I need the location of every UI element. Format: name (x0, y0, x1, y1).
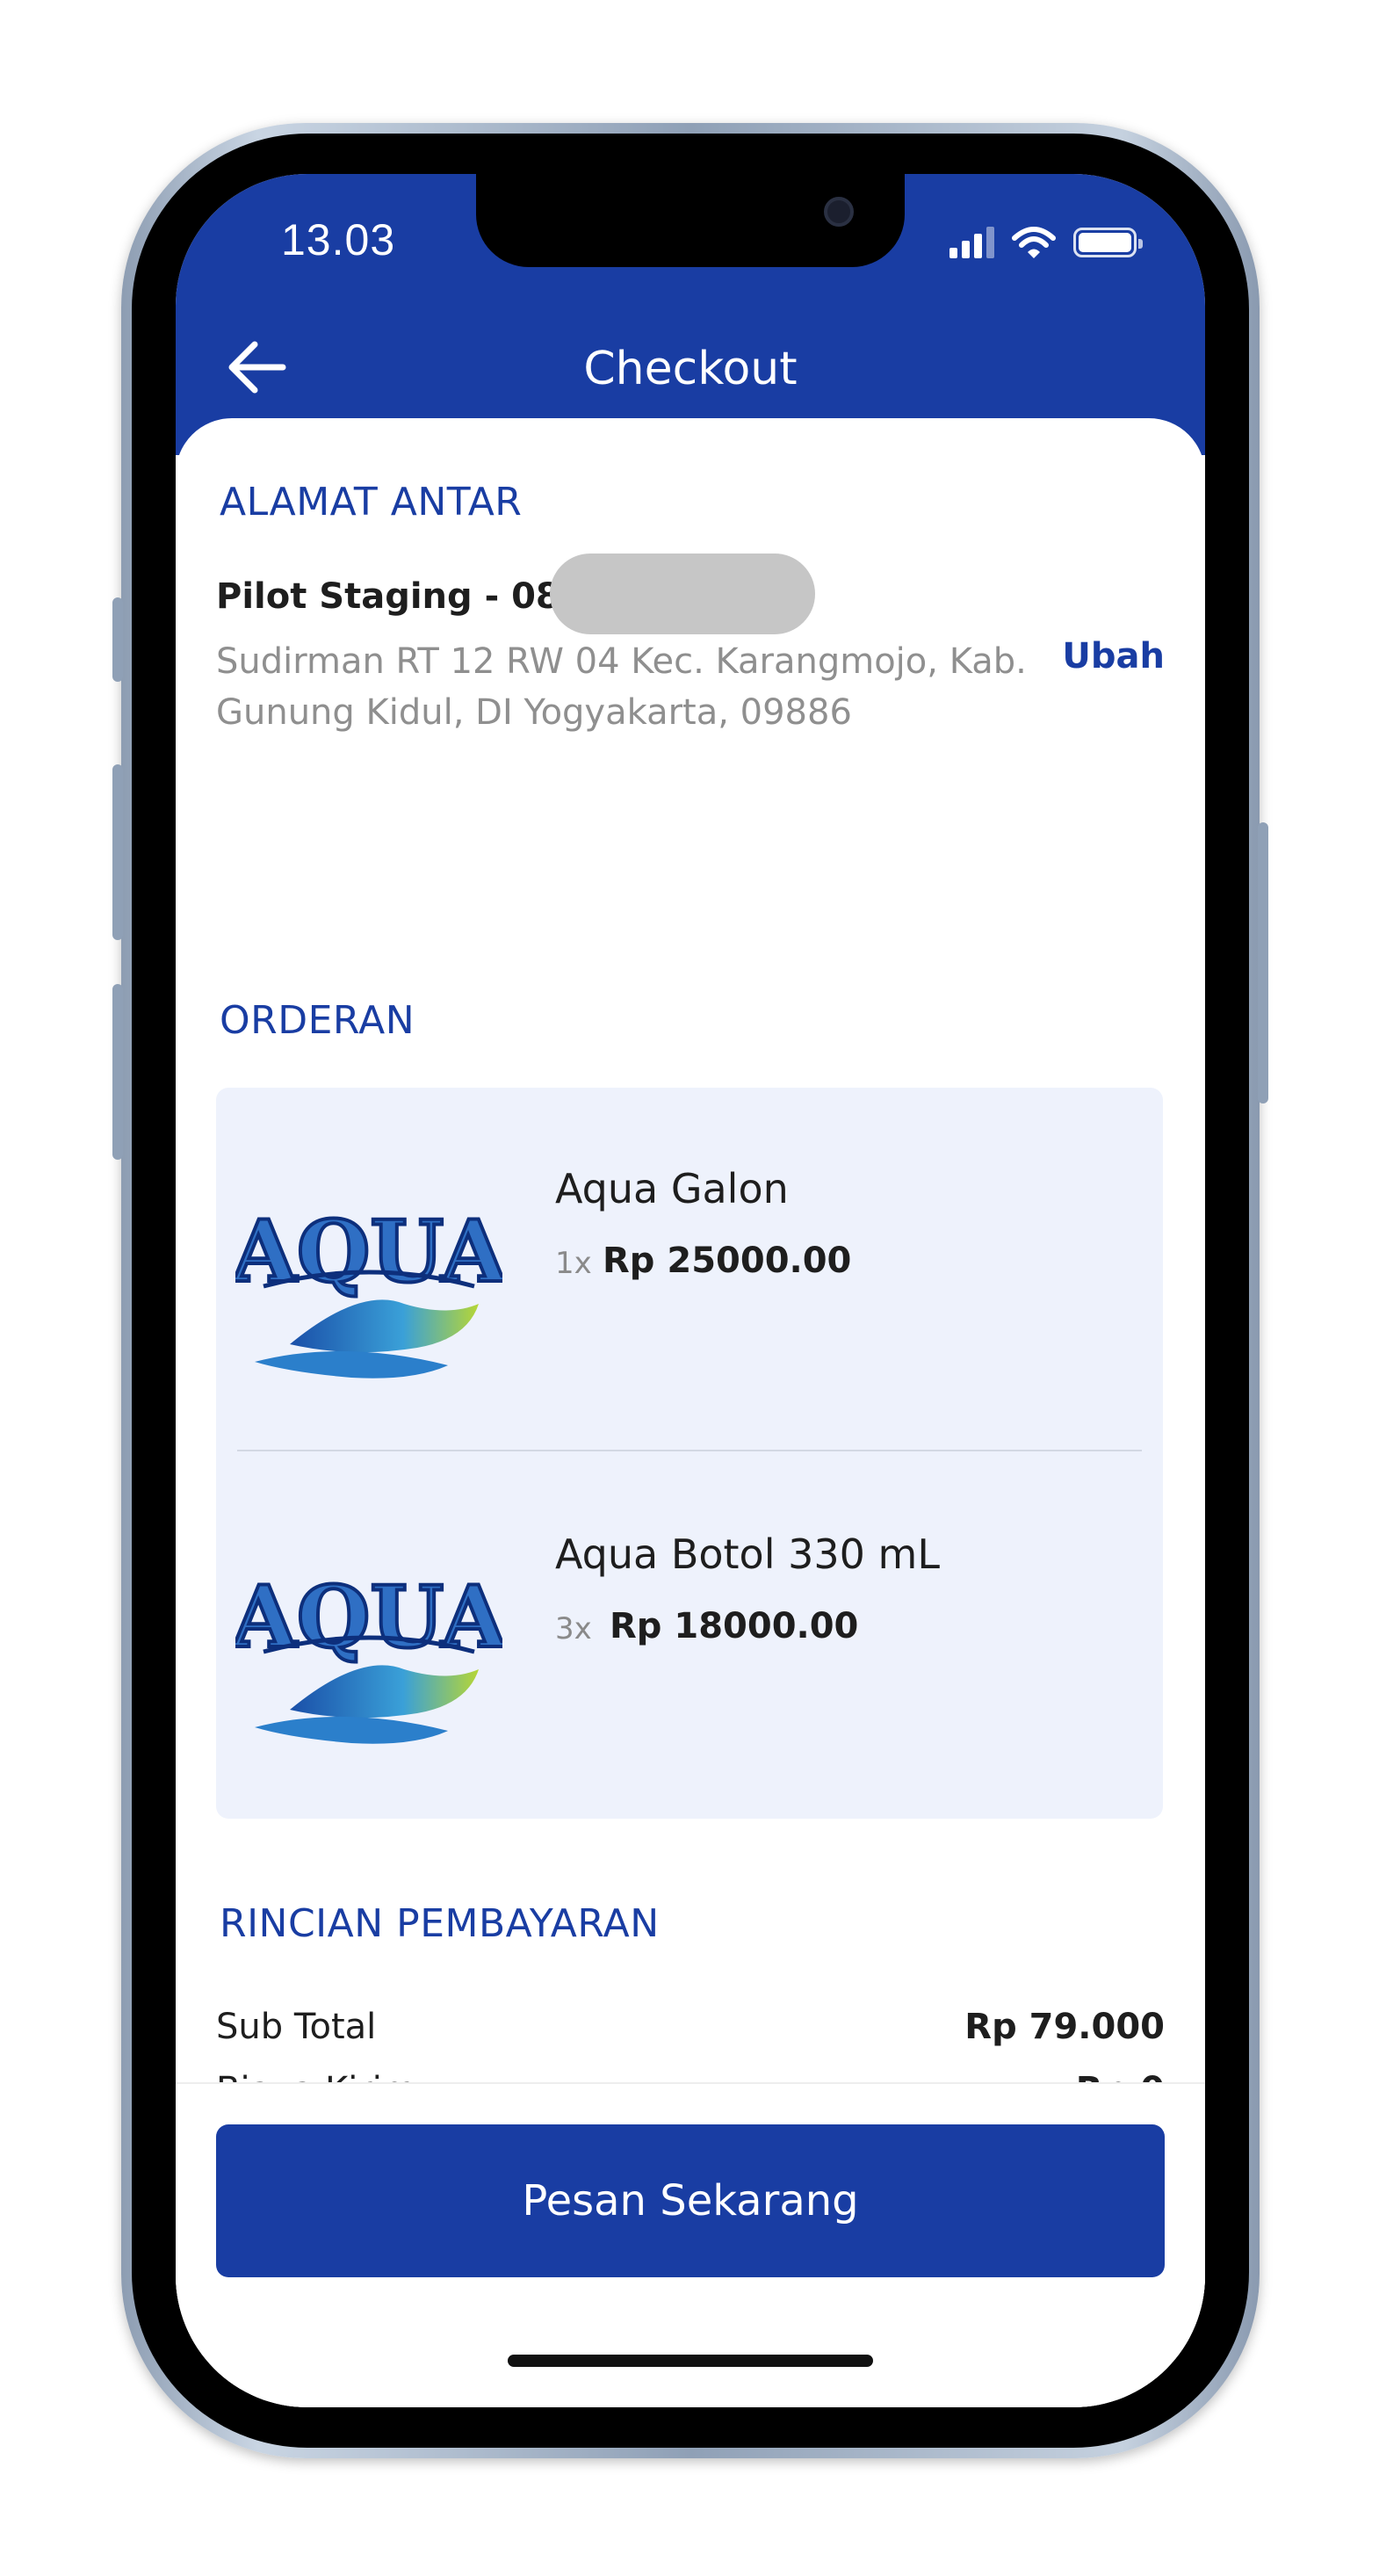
wifi-icon (1012, 227, 1056, 258)
nav-bar: Checkout (176, 323, 1205, 411)
phone-screen: 13.03 Checkout ALAMAT ANTAR Pilot Stagin… (176, 174, 1205, 2407)
cellular-signal-icon (949, 227, 994, 258)
front-camera (824, 197, 854, 227)
product-quantity: 3x (555, 1611, 592, 1646)
product-price: Rp 25000.00 (603, 1241, 852, 1281)
bottom-action-bar: Pesan Sekarang (176, 2082, 1205, 2407)
payment-section-title: RINCIAN PEMBAYARAN (220, 1901, 660, 1946)
svg-text:AQUA: AQUA (235, 1567, 502, 1667)
aqua-logo-icon: AQUA (235, 1200, 502, 1378)
change-address-link[interactable]: Ubah (1062, 636, 1165, 677)
phone-volume-down (112, 984, 123, 1160)
product-quantity: 1x (555, 1246, 592, 1281)
phone-power-button (1258, 822, 1268, 1103)
product-name: Aqua Botol 330 mL (555, 1530, 940, 1578)
redacted-phone-number (550, 554, 815, 634)
order-now-button[interactable]: Pesan Sekarang (216, 2124, 1165, 2277)
product-price: Rp 18000.00 (610, 1606, 859, 1646)
status-time: 13.03 (281, 215, 396, 264)
order-list: AQUA Aqua Galon 1x Rp 25000.00 AQUA Aqua… (216, 1088, 1163, 1819)
aqua-logo-icon: AQUA (235, 1566, 502, 1744)
notch (476, 174, 905, 267)
svg-text:AQUA: AQUA (235, 1202, 502, 1301)
phone-silent-switch (112, 597, 123, 682)
order-item[interactable]: AQUA Aqua Botol 330 mL 3x Rp 18000.00 (216, 1453, 1163, 1819)
order-section-title: ORDERAN (220, 998, 415, 1043)
recipient-name-phone: Pilot Staging - 081 (216, 576, 585, 617)
subtotal-value: Rp 79.000 (964, 2007, 1165, 2047)
phone-volume-up (112, 764, 123, 940)
order-divider (237, 1450, 1142, 1451)
product-name: Aqua Galon (555, 1165, 789, 1212)
subtotal-label: Sub Total (216, 2007, 377, 2047)
order-item[interactable]: AQUA Aqua Galon 1x Rp 25000.00 (216, 1088, 1163, 1453)
home-indicator (508, 2355, 873, 2367)
subtotal-row: Sub Total Rp 79.000 (216, 2007, 1165, 2047)
status-icons (949, 225, 1143, 260)
delivery-address: Sudirman RT 12 RW 04 Kec. Karangmojo, Ka… (216, 641, 1027, 733)
battery-icon (1073, 228, 1143, 257)
page-title: Checkout (583, 343, 798, 395)
address-section-title: ALAMAT ANTAR (220, 480, 523, 525)
